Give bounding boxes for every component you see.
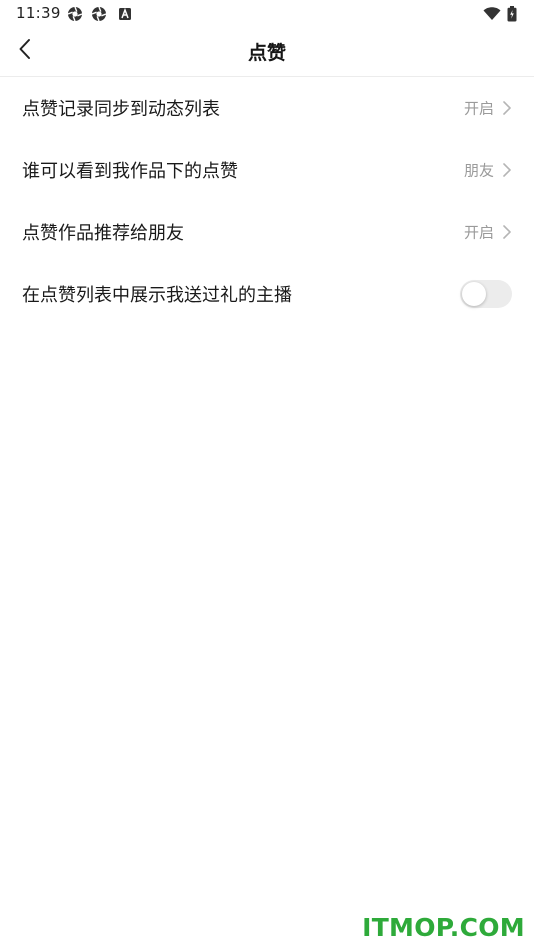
- aperture-icon: [91, 6, 107, 22]
- setting-label: 谁可以看到我作品下的点赞: [22, 161, 238, 182]
- wifi-icon: [483, 6, 501, 22]
- header-bar: 点赞: [0, 26, 534, 77]
- setting-value: 朋友: [463, 161, 494, 180]
- setting-label: 点赞记录同步到动态列表: [22, 99, 220, 120]
- setting-row-like-visibility[interactable]: 谁可以看到我作品下的点赞 朋友: [0, 139, 534, 201]
- status-time: 11:39: [16, 4, 61, 22]
- chevron-right-icon: [502, 100, 512, 116]
- chevron-right-icon: [502, 224, 512, 240]
- setting-row-show-gifted-anchors: 在点赞列表中展示我送过礼的主播: [0, 263, 534, 325]
- aperture-icon: [67, 6, 83, 22]
- settings-screen: 11:39 点赞 点赞记录同步到动态列表 开启 谁可以看到我作品下的点赞 朋友 …: [0, 0, 534, 950]
- watermark-text: ITMOP.COM: [362, 913, 525, 942]
- setting-row-recommend-liked[interactable]: 点赞作品推荐给朋友 开启: [0, 201, 534, 263]
- settings-list: 点赞记录同步到动态列表 开启 谁可以看到我作品下的点赞 朋友 点赞作品推荐给朋友…: [0, 77, 534, 325]
- page-title: 点赞: [247, 42, 286, 64]
- toggle-knob: [462, 282, 486, 306]
- show-gifted-anchors-toggle[interactable]: [460, 280, 512, 308]
- notification-a-icon: [117, 6, 133, 22]
- battery-icon: [506, 6, 518, 22]
- setting-label: 点赞作品推荐给朋友: [22, 223, 184, 244]
- chevron-right-icon: [502, 162, 512, 178]
- status-bar: 11:39: [0, 0, 534, 26]
- setting-row-sync-likes[interactable]: 点赞记录同步到动态列表 开启: [0, 77, 534, 139]
- setting-value: 开启: [463, 99, 494, 118]
- setting-label: 在点赞列表中展示我送过礼的主播: [22, 285, 292, 306]
- setting-value: 开启: [463, 223, 494, 242]
